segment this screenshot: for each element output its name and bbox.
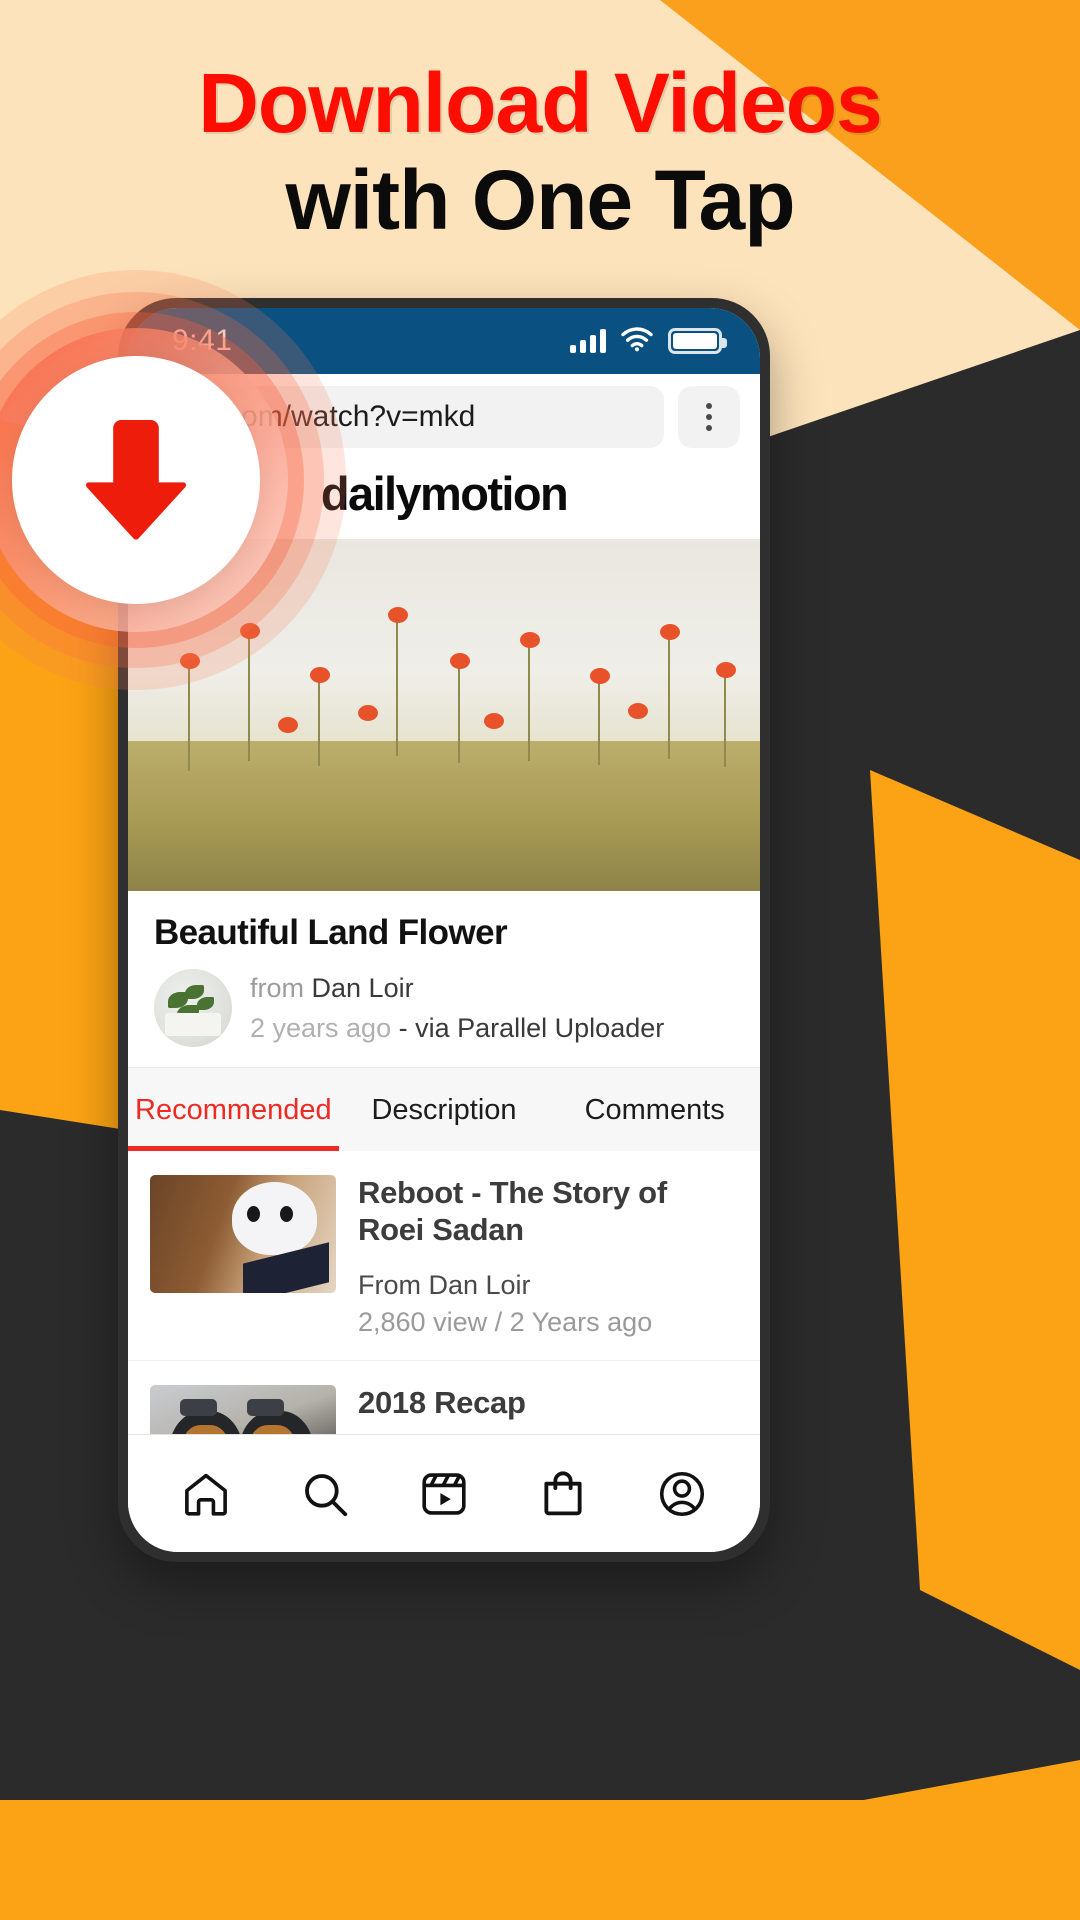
- tab-description[interactable]: Description: [339, 1068, 550, 1151]
- profile-icon[interactable]: [650, 1462, 714, 1526]
- video-info: Beautiful Land Flower from Dan Loir 2 ye…: [128, 891, 760, 1067]
- vr-gamers-thumbnail[interactable]: [150, 1385, 336, 1434]
- browser-toolbar: ww.com/watch?v=mkd: [128, 374, 760, 462]
- status-icons: [570, 326, 727, 357]
- list-item-title: 2018 Recap: [358, 1385, 526, 1421]
- phone-mockup: 9:41 ww.com/watch?v=mkd dailymotion Beau…: [118, 298, 770, 1562]
- status-time: 9:41: [172, 324, 233, 357]
- home-icon[interactable]: [174, 1462, 238, 1526]
- status-bar: 9:41: [128, 308, 760, 374]
- reels-icon[interactable]: [412, 1462, 476, 1526]
- list-item-body: 2018 Recap From Dan Loir 760 view / 3 Ye…: [358, 1385, 738, 1434]
- list-item-author: From Dan Loir: [358, 1270, 531, 1301]
- dailymotion-logo: dailymotion: [320, 467, 569, 520]
- shop-bag-icon[interactable]: [531, 1462, 595, 1526]
- list-item-title: Reboot - The Story of Roei Sadan: [358, 1175, 667, 1247]
- robot-thumbnail[interactable]: [150, 1175, 336, 1293]
- phone-screen: 9:41 ww.com/watch?v=mkd dailymotion Beau…: [128, 308, 760, 1552]
- list-item-body: Reboot - The Story of Roei Sadan From Da…: [358, 1175, 738, 1338]
- tab-comments[interactable]: Comments: [549, 1068, 760, 1151]
- wifi-icon: [620, 326, 654, 357]
- cellular-signal-icon: [570, 329, 606, 353]
- video-author-line: from Dan Loir: [250, 970, 664, 1006]
- tab-recommended[interactable]: Recommended: [128, 1068, 339, 1151]
- video-via: - via Parallel Uploader: [398, 1013, 665, 1043]
- headline-line-1: Download Videos: [198, 56, 883, 150]
- bottom-navigation: [128, 1434, 760, 1552]
- video-meta: from Dan Loir 2 years ago - via Parallel…: [154, 969, 734, 1047]
- video-age: 2 years ago: [250, 1013, 392, 1043]
- search-icon[interactable]: [293, 1462, 357, 1526]
- video-author[interactable]: Dan Loir: [312, 973, 414, 1003]
- headline-line-2: with One Tap: [285, 152, 795, 247]
- battery-full-icon: [668, 328, 727, 354]
- background-orange-right: [870, 770, 1080, 1670]
- kebab-menu-icon[interactable]: [678, 386, 740, 448]
- video-title: Beautiful Land Flower: [154, 913, 508, 952]
- url-input[interactable]: ww.com/watch?v=mkd: [150, 386, 664, 448]
- list-item[interactable]: Reboot - The Story of Roei Sadan From Da…: [128, 1151, 760, 1362]
- from-label: from: [250, 972, 304, 1003]
- video-meta-lines: from Dan Loir 2 years ago - via Parallel…: [250, 970, 664, 1047]
- video-age-line: 2 years ago - via Parallel Uploader: [250, 1010, 664, 1046]
- hero-field: [128, 741, 760, 891]
- channel-avatar[interactable]: [154, 969, 232, 1047]
- content-tabs: Recommended Description Comments: [128, 1067, 760, 1151]
- video-player[interactable]: [128, 539, 760, 891]
- list-item[interactable]: 2018 Recap From Dan Loir 760 view / 3 Ye…: [128, 1361, 760, 1434]
- site-header: dailymotion: [128, 462, 760, 539]
- recommended-list: Reboot - The Story of Roei Sadan From Da…: [128, 1151, 760, 1434]
- headline: Download Videos with One Tap: [0, 58, 1080, 251]
- list-item-stats: 2,860 view / 2 Years ago: [358, 1307, 653, 1338]
